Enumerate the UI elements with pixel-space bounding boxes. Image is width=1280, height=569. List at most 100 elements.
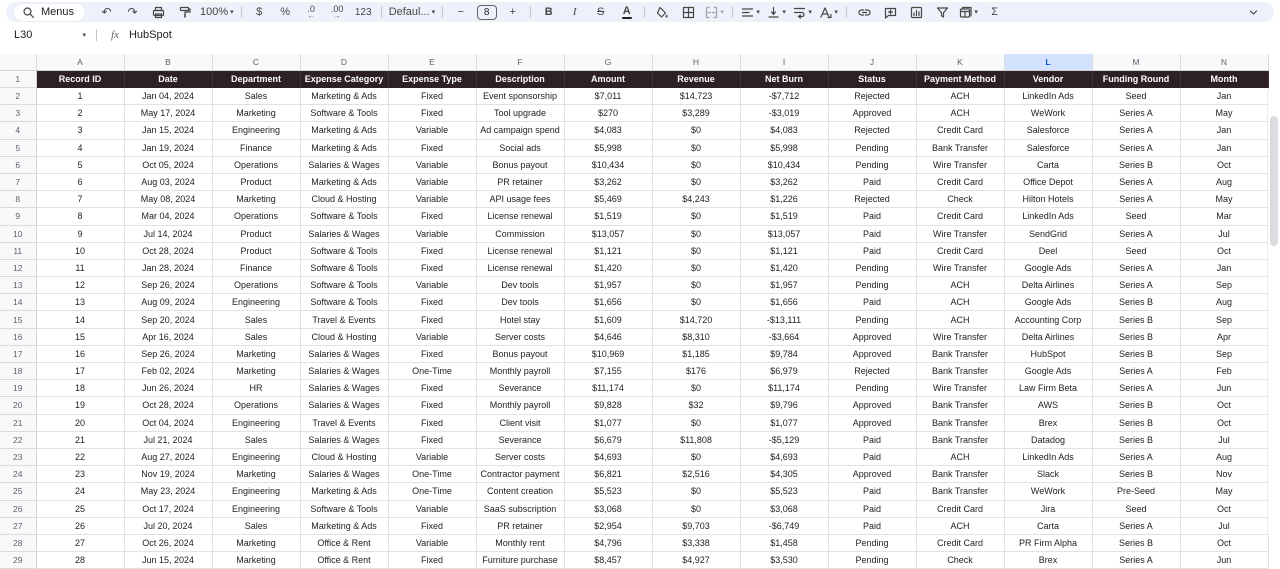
cell[interactable]: Fixed [388,431,477,449]
cell[interactable]: 9 [36,225,125,243]
cell[interactable]: Salaries & Wages [300,465,389,484]
cell[interactable]: Aug [1180,448,1269,467]
cell[interactable]: Approved [828,328,917,346]
cell[interactable]: Marketing & Ads [300,139,389,157]
cell[interactable]: Contractor payment [476,465,565,484]
column-header-c[interactable]: C [212,54,301,71]
cell[interactable]: Credit Card [916,534,1005,553]
row-header-26[interactable]: 26 [0,500,37,518]
cell[interactable]: Cloud & Hosting [300,328,389,346]
cell[interactable]: $2,954 [564,517,653,535]
cell[interactable]: Oct 26, 2024 [124,534,213,553]
cell[interactable]: Marketing [212,465,301,484]
row-header-12[interactable]: 12 [0,259,37,278]
row-header-10[interactable]: 10 [0,225,37,243]
cell[interactable]: Check [916,190,1005,209]
cell[interactable]: $4,646 [564,328,653,346]
column-header-f[interactable]: F [476,54,565,71]
cell[interactable]: Paid [828,225,917,243]
cell[interactable]: Paid [828,293,917,312]
cell[interactable]: Finance [212,139,301,157]
cell[interactable]: Salaries & Wages [300,379,389,398]
cell[interactable]: Fixed [388,379,477,398]
cell[interactable]: 19 [36,396,125,415]
cell[interactable]: -$5,129 [740,431,829,449]
cell[interactable]: Pending [828,156,917,174]
cell[interactable]: 1 [36,87,125,106]
cell[interactable]: Law Firm Beta [1004,379,1093,398]
cell[interactable]: Software & Tools [300,207,389,226]
insert-link-button[interactable] [852,4,877,21]
cell[interactable]: Software & Tools [300,276,389,295]
cell[interactable]: Severance [476,379,565,398]
row-header-19[interactable]: 19 [0,379,37,398]
cell[interactable]: Rejected [828,362,917,381]
cell[interactable]: Variable [388,328,477,346]
cell[interactable]: -$3,019 [740,104,829,123]
cell[interactable]: ACH [916,293,1005,312]
cell[interactable]: Series A [1092,362,1181,381]
cell[interactable]: Variable [388,534,477,553]
cell[interactable]: Bank Transfer [916,482,1005,501]
cell[interactable]: Variable [388,156,477,174]
cell[interactable]: $9,796 [740,396,829,415]
cell[interactable]: Oct [1180,534,1269,553]
cell[interactable]: Series B [1092,414,1181,432]
cell[interactable]: LinkedIn Ads [1004,87,1093,106]
cell[interactable]: $5,523 [740,482,829,501]
cell[interactable]: $6,979 [740,362,829,381]
cell[interactable]: Salaries & Wages [300,431,389,449]
cell[interactable]: $0 [652,482,741,501]
cell[interactable]: $0 [652,173,741,192]
cell[interactable]: Paid [828,448,917,467]
cell[interactable]: Jira [1004,500,1093,518]
cell[interactable]: $10,434 [740,156,829,174]
cell[interactable]: Social ads [476,139,565,157]
cell[interactable]: ACH [916,87,1005,106]
cell[interactable]: SendGrid [1004,225,1093,243]
cell[interactable]: $8,457 [564,551,653,569]
cell[interactable]: $0 [652,448,741,467]
cell[interactable]: Pending [828,310,917,329]
cell[interactable]: Salaries & Wages [300,396,389,415]
cell[interactable]: Series A [1092,379,1181,398]
cell[interactable]: Dev tools [476,276,565,295]
cell[interactable]: $3,068 [740,500,829,518]
horizontal-align-button[interactable]: ▾ [738,4,763,21]
cell[interactable]: Seed [1092,87,1181,106]
cell[interactable]: Jan [1180,139,1269,157]
increase-decimal-button[interactable]: .00 → [325,4,350,21]
cell[interactable]: Oct [1180,414,1269,432]
cell[interactable]: Oct [1180,500,1269,518]
cell[interactable]: Sales [212,328,301,346]
cell[interactable]: Monthly payroll [476,396,565,415]
cell[interactable]: Variable [388,276,477,295]
cell[interactable]: $11,174 [740,379,829,398]
cell[interactable]: Variable [388,190,477,209]
cell[interactable]: Carta [1004,156,1093,174]
cell[interactable]: Delta Airlines [1004,328,1093,346]
corner-cell[interactable] [0,54,37,71]
cell[interactable]: Paid [828,242,917,260]
row-header-9[interactable]: 9 [0,207,37,226]
cell[interactable]: $4,796 [564,534,653,553]
cell[interactable]: Jul [1180,517,1269,535]
cell[interactable]: Google Ads [1004,259,1093,278]
cell[interactable]: PR retainer [476,517,565,535]
borders-button[interactable] [676,4,701,21]
row-header-17[interactable]: 17 [0,345,37,364]
cell[interactable]: Series A [1092,225,1181,243]
cell[interactable]: Nov 19, 2024 [124,465,213,484]
cell[interactable]: API usage fees [476,190,565,209]
create-filter-button[interactable] [930,4,955,21]
cell[interactable]: 12 [36,276,125,295]
cell[interactable]: Fixed [388,242,477,260]
cell[interactable]: $0 [652,156,741,174]
column-header-h[interactable]: H [652,54,741,71]
cell[interactable]: $10,434 [564,156,653,174]
cell[interactable]: Oct 17, 2024 [124,500,213,518]
decrease-decimal-button[interactable]: .0 ← [299,4,324,21]
cell[interactable]: Seed [1092,500,1181,518]
cell[interactable]: Pending [828,276,917,295]
cell[interactable]: Commission [476,225,565,243]
